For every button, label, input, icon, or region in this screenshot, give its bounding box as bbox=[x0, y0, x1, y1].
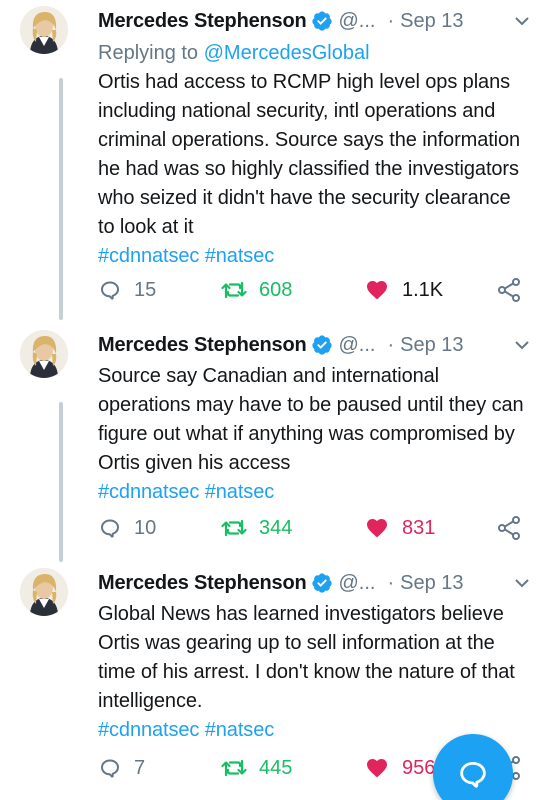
chevron-down-icon[interactable] bbox=[513, 12, 531, 30]
retweet-icon bbox=[221, 759, 247, 777]
reply-icon bbox=[101, 519, 119, 538]
separator-dot: · bbox=[387, 333, 395, 356]
share-icon bbox=[498, 516, 520, 540]
reply-icon bbox=[101, 759, 119, 778]
tweet-body: Source say Canadian and international op… bbox=[98, 365, 524, 474]
hashtag[interactable]: #cdnnatsec bbox=[98, 245, 199, 267]
compose-reply-icon bbox=[460, 761, 486, 788]
verified-badge-icon bbox=[311, 334, 333, 356]
retweet-count: 344 bbox=[259, 516, 293, 539]
tweet-actions: 10 344 831 bbox=[98, 513, 531, 543]
tweet-text: Ortis had access to RCMP high level ops … bbox=[98, 68, 531, 271]
hashtag[interactable]: #cdnnatsec bbox=[98, 719, 199, 741]
tweet[interactable]: Mercedes Stephenson @... · Sep 13 Replyi… bbox=[0, 4, 545, 314]
retweet-button[interactable]: 608 bbox=[221, 275, 292, 305]
share-icon bbox=[498, 278, 520, 302]
author-name[interactable]: Mercedes Stephenson bbox=[98, 10, 307, 33]
chevron-down-icon[interactable] bbox=[513, 336, 531, 354]
tweet-actions: 15 608 1.1K bbox=[98, 275, 531, 305]
tweet-header: Mercedes Stephenson @... · Sep 13 bbox=[98, 4, 531, 38]
separator-dot: · bbox=[387, 9, 395, 32]
tweet-text: Source say Canadian and international op… bbox=[98, 362, 531, 507]
hashtag[interactable]: #natsec bbox=[205, 245, 274, 267]
retweet-icon bbox=[221, 281, 247, 299]
retweet-button[interactable]: 344 bbox=[221, 513, 292, 543]
hashtag[interactable]: #natsec bbox=[205, 719, 274, 741]
reply-count: 10 bbox=[134, 516, 157, 539]
author-handle[interactable]: @... bbox=[339, 334, 376, 357]
reply-count: 7 bbox=[134, 756, 146, 779]
replying-to: Replying to @MercedesGlobal bbox=[98, 39, 531, 68]
tweet-body: Global News has learned investigators be… bbox=[98, 603, 515, 712]
reply-button[interactable]: 15 bbox=[98, 275, 156, 305]
tweet-date[interactable]: Sep 13 bbox=[400, 10, 463, 33]
hashtag[interactable]: #natsec bbox=[205, 481, 274, 503]
verified-badge-icon bbox=[311, 10, 333, 32]
reply-button[interactable]: 10 bbox=[98, 513, 156, 543]
like-count: 956 bbox=[402, 756, 436, 779]
heart-icon bbox=[367, 759, 387, 778]
reply-button[interactable]: 7 bbox=[98, 753, 145, 783]
tweet-header: Mercedes Stephenson @... · Sep 13 bbox=[98, 328, 531, 362]
tweet-date[interactable]: Sep 13 bbox=[400, 572, 463, 595]
retweet-count: 608 bbox=[259, 278, 293, 301]
heart-icon bbox=[367, 519, 387, 538]
verified-badge-icon bbox=[311, 572, 333, 594]
avatar[interactable] bbox=[20, 568, 68, 616]
tweet-text: Global News has learned investigators be… bbox=[98, 600, 531, 745]
author-handle[interactable]: @... bbox=[339, 572, 376, 595]
replying-to-label: Replying to bbox=[98, 42, 204, 64]
share-button[interactable] bbox=[496, 275, 522, 305]
heart-icon bbox=[367, 281, 387, 300]
replying-to-handle[interactable]: @MercedesGlobal bbox=[204, 42, 370, 64]
chevron-down-icon[interactable] bbox=[513, 574, 531, 592]
like-button[interactable]: 831 bbox=[364, 513, 435, 543]
like-count: 831 bbox=[402, 516, 436, 539]
avatar[interactable] bbox=[20, 330, 68, 378]
tweet-header: Mercedes Stephenson @... · Sep 13 bbox=[98, 566, 531, 600]
retweet-button[interactable]: 445 bbox=[221, 753, 292, 783]
author-name[interactable]: Mercedes Stephenson bbox=[98, 334, 307, 357]
reply-icon bbox=[101, 281, 119, 300]
like-button[interactable]: 956 bbox=[364, 753, 435, 783]
reply-count: 15 bbox=[134, 278, 157, 301]
retweet-count: 445 bbox=[259, 756, 293, 779]
tweet-date[interactable]: Sep 13 bbox=[400, 334, 463, 357]
like-count: 1.1K bbox=[402, 278, 444, 301]
author-name[interactable]: Mercedes Stephenson bbox=[98, 572, 307, 595]
retweet-icon bbox=[221, 519, 247, 537]
like-button[interactable]: 1.1K bbox=[364, 275, 443, 305]
separator-dot: · bbox=[387, 571, 395, 594]
avatar[interactable] bbox=[20, 6, 68, 54]
share-button[interactable] bbox=[496, 513, 522, 543]
author-handle[interactable]: @... bbox=[339, 10, 376, 33]
tweet-body: Ortis had access to RCMP high level ops … bbox=[98, 71, 521, 238]
hashtag[interactable]: #cdnnatsec bbox=[98, 481, 199, 503]
